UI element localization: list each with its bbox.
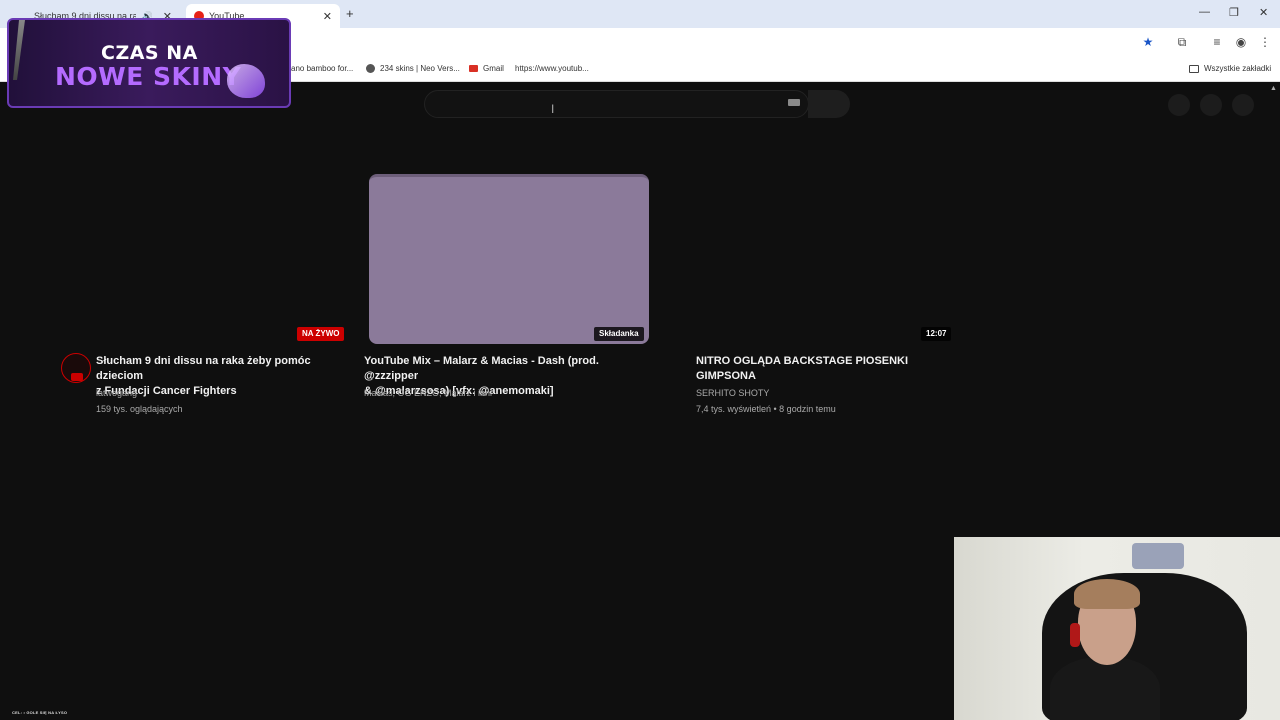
bookmark-label: 234 skins | Neo Vers... xyxy=(380,64,460,73)
all-bookmarks-label: Wszystkie zakładki xyxy=(1204,64,1272,73)
search-input[interactable] xyxy=(424,90,809,118)
knife-icon xyxy=(13,20,25,80)
bookmark-label: https://www.youtub... xyxy=(515,64,589,73)
promo-line-2: NOWE SKINY xyxy=(55,62,242,91)
close-tab-icon[interactable]: ✕ xyxy=(323,10,332,23)
person-body xyxy=(1050,657,1160,720)
create-icon[interactable] xyxy=(1168,94,1190,116)
bookmark-item[interactable]: Gmail xyxy=(469,64,504,73)
close-window-button[interactable]: ✕ xyxy=(1259,6,1268,19)
channel-name[interactable]: latwogang xyxy=(96,387,137,399)
person-hair xyxy=(1074,579,1140,609)
minimize-button[interactable]: — xyxy=(1199,6,1210,18)
shelf-object xyxy=(1132,543,1184,569)
mix-badge: Składanka xyxy=(594,327,644,341)
glove-icon xyxy=(227,64,265,98)
video-title-line: GIMPSONA xyxy=(696,370,756,382)
bookmark-label: Gmail xyxy=(483,64,504,73)
account-avatar[interactable] xyxy=(1232,94,1254,116)
restore-button[interactable]: ❐ xyxy=(1229,6,1239,19)
headset-icon xyxy=(1070,623,1080,647)
video-title-line: NITRO OGLĄDA BACKSTAGE PIOSENKI xyxy=(696,355,909,367)
folder-icon xyxy=(1189,64,1199,73)
video-title-line: YouTube Mix – Malarz & Macias - Dash (pr… xyxy=(364,355,599,382)
bookmark-item[interactable]: 234 skins | Neo Vers... xyxy=(366,64,460,73)
notifications-icon[interactable] xyxy=(1200,94,1222,116)
profile-icon[interactable]: ◉ xyxy=(1234,35,1248,49)
live-indicator-icon xyxy=(71,373,83,381)
viewer-count: 159 tys. oglądających xyxy=(96,404,183,414)
extensions-icon[interactable]: ⧉ xyxy=(1175,35,1189,49)
video-thumbnail[interactable] xyxy=(369,174,649,344)
new-tab-button[interactable]: + xyxy=(346,6,354,21)
video-stats: 7,4 tys. wyświetleń • 8 godzin temu xyxy=(696,404,836,414)
promo-overlay: CZAS NA NOWE SKINY xyxy=(7,18,291,108)
stream-ticker: CEL: • GOLE SIĘ NA ŁYSO xyxy=(12,710,68,715)
duration-badge: 12:07 xyxy=(921,327,952,341)
keyboard-icon[interactable] xyxy=(788,99,800,106)
globe-icon xyxy=(366,64,375,73)
channel-name[interactable]: SERHITO SHOTY xyxy=(696,387,769,399)
bookmark-label: ano bamboo for... xyxy=(291,64,354,73)
menu-icon[interactable]: ⋮ xyxy=(1258,35,1272,49)
text-cursor-icon: I xyxy=(551,102,555,116)
webcam-overlay xyxy=(954,537,1280,720)
media-controls-icon[interactable]: ≡ xyxy=(1210,35,1224,49)
search-button[interactable] xyxy=(808,90,850,118)
promo-line-1: CZAS NA xyxy=(101,42,198,64)
bookmark-star-icon[interactable]: ★ xyxy=(1141,35,1155,49)
video-title-line: Słucham 9 dni dissu na raka żeby pomóc d… xyxy=(96,355,311,382)
video-title[interactable]: NITRO OGLĄDA BACKSTAGE PIOSENKI GIMPSONA xyxy=(696,354,946,384)
all-bookmarks-button[interactable]: Wszystkie zakładki xyxy=(1189,64,1271,73)
scroll-up-icon[interactable]: ▲ xyxy=(1270,85,1277,92)
bookmark-item[interactable]: https://www.youtub... xyxy=(515,64,589,154)
channel-name[interactable]: Macias, OG ENZO, Malarz i inni xyxy=(364,387,492,399)
gmail-icon xyxy=(469,65,478,72)
live-badge: NA ŻYWO xyxy=(297,327,345,341)
bookmark-item[interactable]: ano bamboo for... xyxy=(291,64,353,73)
channel-avatar[interactable] xyxy=(61,353,91,383)
screen: Słucham 9 dni dissu na raka żeby pomóc d… xyxy=(0,0,1280,720)
